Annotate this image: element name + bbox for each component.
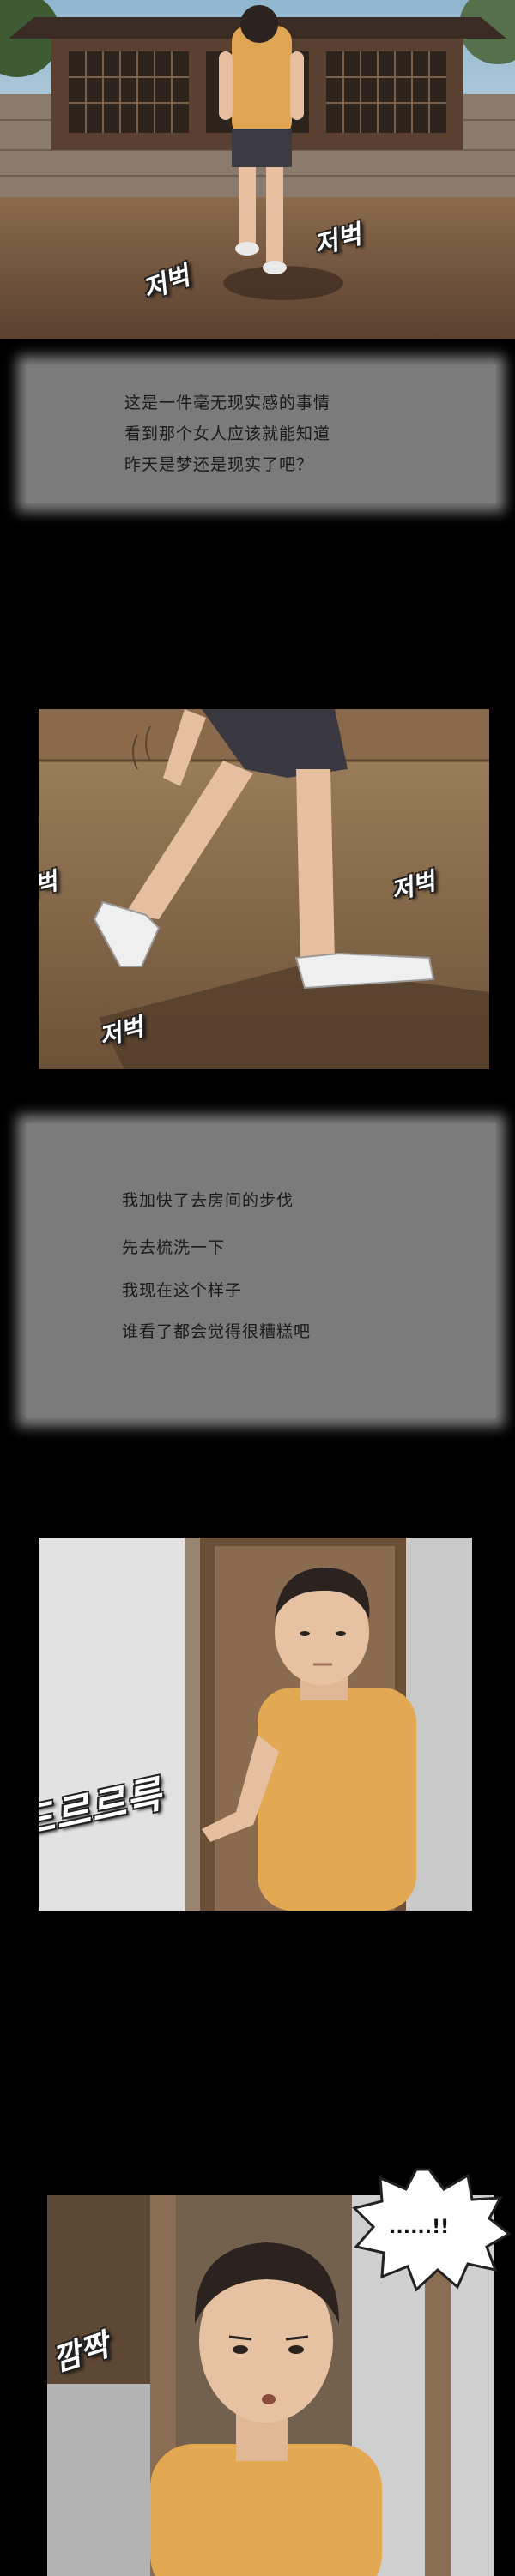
caption-box-1: 这是一件毫无现实感的事情 看到那个女人应该就能知道 昨天是梦还是现实了吧？ (26, 364, 496, 503)
panel-1: 저벅 저벅 (0, 0, 515, 339)
caption-line: 这是一件毫无现实感的事情 (124, 394, 331, 412)
panel-1-art (0, 0, 515, 339)
panel-2: 저벅 저벅 저벅 (39, 709, 489, 1069)
speech-bubble-text: ......!! (389, 2217, 450, 2238)
caption-line: 先去梳洗一下 (122, 1238, 226, 1257)
panel-3: 드르르륵 (39, 1538, 472, 1911)
caption-line: 谁看了都会觉得很糟糕吧 (122, 1322, 312, 1341)
speech-bubble: ......!! (348, 2165, 512, 2294)
caption-line: 看到那个女人应该就能知道 (124, 424, 331, 443)
caption-box-2: 我加快了去房间的步伐 先去梳洗一下 我现在这个样子 谁看了都会觉得很糟糕吧 (26, 1123, 496, 1418)
caption-line: 昨天是梦还是现实了吧？ (124, 455, 314, 474)
caption-line: 我加快了去房间的步伐 (122, 1191, 294, 1210)
panel-3-art (39, 1538, 472, 1911)
caption-line: 我现在这个样子 (122, 1281, 243, 1300)
